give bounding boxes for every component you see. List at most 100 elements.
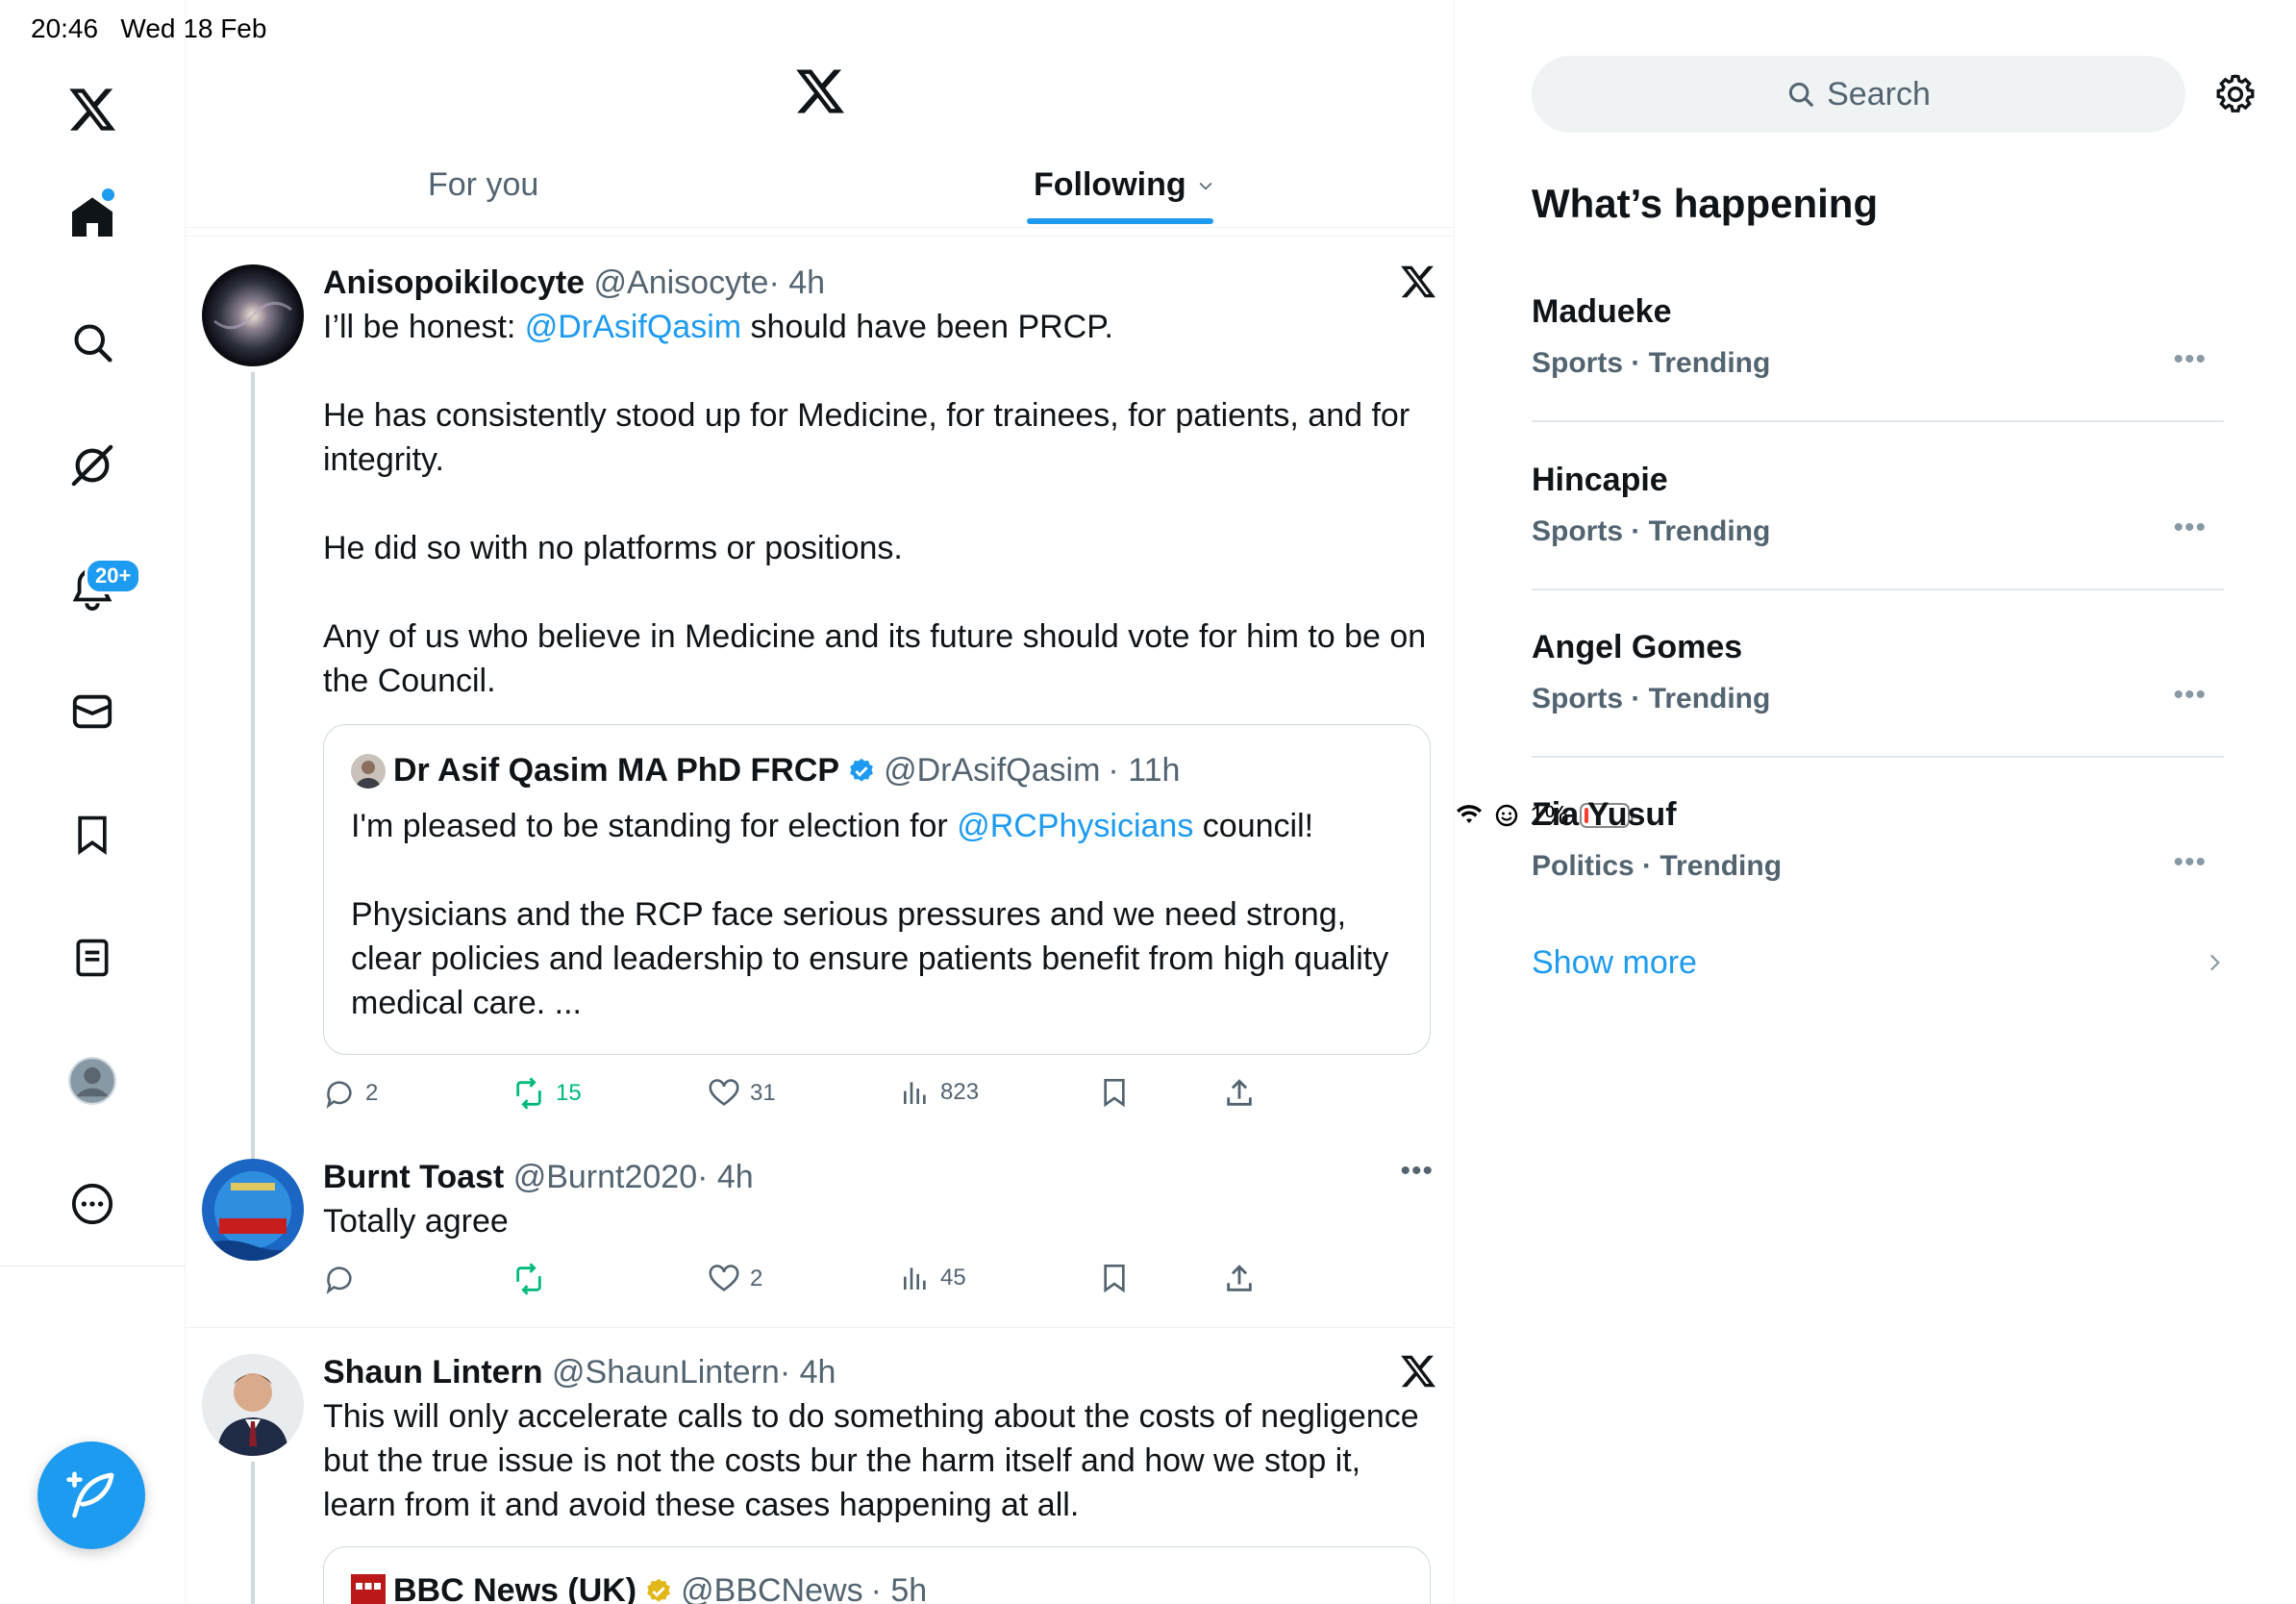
repost-icon [516, 1077, 541, 1110]
bookmark-button[interactable] [1099, 1263, 1130, 1293]
post-separator [186, 1327, 1454, 1328]
quoted-post[interactable]: BBC News (UK) @BBCNews · 5h [323, 1546, 1431, 1604]
trend-meta: Sports · Trending [1532, 683, 1771, 714]
avatar-burnt2020[interactable] [202, 1159, 304, 1261]
x-grok-icon[interactable] [1401, 264, 1435, 304]
repost-button[interactable]: 15 [512, 1077, 582, 1110]
trend-name: Angel Gomes [1532, 629, 1743, 665]
bookmark-button[interactable] [1099, 1077, 1130, 1108]
author-name[interactable]: Burnt Toast [323, 1159, 504, 1195]
left-nav: 20+ [0, 0, 186, 1604]
author-handle[interactable]: @ShaunLintern [552, 1354, 780, 1391]
reply-button[interactable] [323, 1263, 365, 1295]
avatar-shaunlintern[interactable] [202, 1354, 304, 1456]
chevron-right-icon[interactable] [2202, 948, 2227, 982]
x-grok-icon[interactable] [1401, 1354, 1435, 1393]
post-header: Shaun Lintern @ShaunLintern· 4h [323, 1354, 836, 1391]
views-button[interactable]: 823 [900, 1077, 979, 1108]
verified-gold-badge-icon [647, 1578, 670, 1602]
author-handle[interactable]: @Burnt2020 [513, 1159, 697, 1195]
quote-time: · 11h [1108, 752, 1181, 789]
quote-paragraph: I'm pleased to be standing for election … [351, 804, 1409, 848]
repost-icon [516, 1263, 541, 1295]
lists-icon[interactable] [63, 929, 121, 987]
search-icon[interactable] [63, 313, 121, 371]
author-name[interactable]: Anisopoikilocyte [323, 264, 585, 301]
trend-more-button[interactable]: ••• [2173, 679, 2207, 712]
mention-link[interactable]: @DrAsifQasim [525, 309, 741, 345]
thread-line [251, 1462, 255, 1604]
trend-name: Hincapie [1532, 462, 1668, 498]
share-button[interactable] [1223, 1263, 1256, 1295]
post-text: I’ll be honest: @DrAsifQasim should have… [323, 305, 1429, 703]
tab-for-you[interactable]: For you [428, 166, 538, 204]
trend-item[interactable]: Hincapie Sports · Trending ••• [1532, 462, 2224, 629]
quoted-post[interactable]: Dr Asif Qasim MA PhD FRCP @DrAsifQasim · … [323, 724, 1431, 1055]
like-button[interactable]: 2 [708, 1263, 762, 1295]
reply-button[interactable]: 2 [323, 1077, 378, 1110]
tab-following[interactable]: Following [1034, 166, 1215, 204]
right-sidebar: Search What’s happening Madueke Sports ·… [1455, 0, 2296, 1604]
timeline-tabs: For you Following [186, 149, 1454, 228]
trend-more-button[interactable]: ••• [2173, 512, 2207, 544]
views-count: 823 [940, 1079, 980, 1105]
quote-header: BBC News (UK) @BBCNews · 5h [351, 1572, 927, 1604]
tab-active-indicator [1027, 218, 1213, 224]
search-bar[interactable]: Search [1532, 56, 2185, 133]
views-button[interactable]: 45 [900, 1263, 966, 1293]
mention-link[interactable]: @RCPhysicians [957, 808, 1193, 844]
author-handle[interactable]: @Anisocyte [594, 264, 769, 301]
reply-count: 2 [365, 1080, 379, 1106]
x-logo-icon[interactable] [63, 81, 121, 138]
text-segment: council! [1193, 808, 1314, 844]
quote-time: · 5h [870, 1572, 928, 1604]
profile-icon[interactable] [63, 1052, 121, 1110]
bookmark-icon [1104, 1265, 1125, 1293]
post-anisocyte[interactable]: Anisopoikilocyte @Anisocyte· 4h I’ll be … [186, 264, 1454, 1161]
bookmarks-icon[interactable] [63, 806, 121, 864]
trend-separator [1532, 589, 2224, 590]
x-header-logo-icon [796, 67, 844, 120]
post-time[interactable]: · 4h [780, 1354, 836, 1391]
like-count: 2 [750, 1266, 763, 1291]
chevron-down-icon [1199, 182, 1212, 190]
post-paragraph: He has consistently stood up for Medicin… [323, 397, 1410, 478]
share-button[interactable] [1223, 1077, 1256, 1110]
post-time[interactable]: · 4h [768, 264, 825, 301]
main-timeline: For you Following Anisopoikilocyte @Anis… [186, 0, 1455, 1604]
trend-separator [1532, 756, 2224, 758]
trend-item[interactable]: Madueke Sports · Trending ••• [1532, 293, 2224, 461]
quote-header: Dr Asif Qasim MA PhD FRCP @DrAsifQasim · … [351, 752, 1180, 789]
grok-icon[interactable] [63, 437, 121, 494]
messages-icon[interactable] [63, 683, 121, 740]
post-burnt2020[interactable]: Burnt Toast @Burnt2020· 4h ••• Totally a… [186, 1155, 1454, 1322]
show-more-link[interactable]: Show more [1532, 944, 1697, 982]
quote-avatar [351, 753, 386, 789]
post-actions: 2 45 [323, 1263, 1285, 1301]
trend-item[interactable]: Zia Yusuf Politics · Trending ••• [1532, 796, 2224, 964]
thread-line [251, 372, 255, 1161]
share-icon [1227, 1079, 1252, 1106]
reply-icon [326, 1266, 352, 1294]
trend-item[interactable]: Angel Gomes Sports · Trending ••• [1532, 629, 2224, 796]
repost-count: 15 [556, 1080, 582, 1106]
post-shaunlintern[interactable]: Shaun Lintern @ShaunLintern· 4h This wil… [186, 1354, 1454, 1604]
more-icon[interactable] [63, 1175, 121, 1233]
home-unread-dot [102, 188, 114, 201]
post-actions: 2 15 31 823 [323, 1077, 1285, 1115]
compose-post-button[interactable] [37, 1441, 145, 1549]
avatar-anisocyte[interactable] [202, 264, 304, 366]
whats-happening-title: What’s happening [1532, 181, 1879, 226]
settings-gear-icon[interactable] [2214, 73, 2257, 120]
author-name[interactable]: Shaun Lintern [323, 1354, 543, 1391]
repost-button[interactable] [512, 1263, 556, 1295]
trend-more-button[interactable]: ••• [2173, 846, 2207, 879]
post-time[interactable]: · 4h [697, 1159, 754, 1195]
trend-meta: Politics · Trending [1532, 850, 1783, 882]
trend-more-button[interactable]: ••• [2173, 343, 2207, 376]
heart-icon [709, 1079, 739, 1106]
post-more-button[interactable]: ••• [1400, 1155, 1434, 1188]
views-chart-icon [904, 1082, 926, 1104]
heart-icon [709, 1265, 739, 1291]
like-button[interactable]: 31 [708, 1077, 776, 1110]
